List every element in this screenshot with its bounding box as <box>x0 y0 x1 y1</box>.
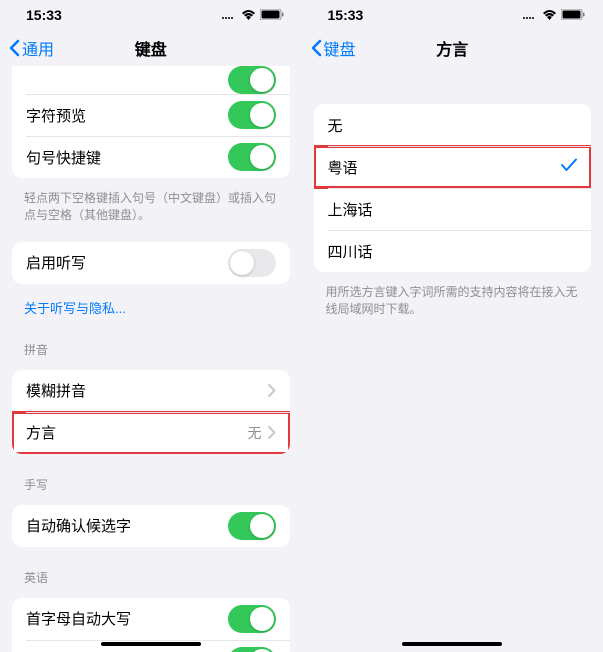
status-icons <box>522 7 585 23</box>
toggle-spell-check[interactable] <box>228 647 276 652</box>
option-cantonese-label: 粤语 <box>328 157 358 178</box>
period-shortcut-label: 句号快捷键 <box>26 147 101 168</box>
keyboard-settings-screen: 15:33 通用 键盘 字符预览 <box>0 0 302 652</box>
chevron-left-icon <box>310 39 322 57</box>
back-button[interactable]: 通用 <box>8 36 54 60</box>
cellular-icon <box>522 7 538 23</box>
option-none-label: 无 <box>328 115 343 136</box>
chevron-right-icon <box>268 384 276 397</box>
battery-icon <box>260 7 284 23</box>
wifi-icon <box>241 7 256 23</box>
row-dialect[interactable]: 方言 无 <box>12 412 290 454</box>
navbar: 通用 键盘 <box>0 30 302 66</box>
toggle-dictation[interactable] <box>228 249 276 277</box>
option-shanghai-label: 上海话 <box>328 199 373 220</box>
battery-icon <box>561 7 585 23</box>
row-char-preview[interactable]: 字符预览 <box>12 94 290 136</box>
toggle-auto-confirm[interactable] <box>228 512 276 540</box>
row-option-shanghai[interactable]: 上海话 <box>314 188 592 230</box>
wifi-icon <box>542 7 557 23</box>
dialect-value: 无 <box>248 423 262 443</box>
row-partial[interactable] <box>12 66 290 94</box>
header-english: 英语 <box>0 555 302 590</box>
shortcut-footer: 轻点两下空格键插入句号（中文键盘）或插入句点与空格（其他键盘）。 <box>0 186 302 234</box>
status-icons <box>221 7 284 23</box>
header-pinyin: 拼音 <box>0 327 302 362</box>
group-dialect-options: 无 粤语 上海话 四川话 <box>314 104 592 272</box>
toggle-partial[interactable] <box>228 66 276 94</box>
checkmark-icon <box>561 158 577 176</box>
status-time: 15:33 <box>26 7 62 23</box>
dialect-settings-screen: 15:33 键盘 方言 无 粤语 <box>302 0 603 652</box>
group-pinyin: 模糊拼音 方言 无 <box>12 370 290 454</box>
header-handwriting: 手写 <box>0 462 302 497</box>
row-option-sichuan[interactable]: 四川话 <box>314 230 592 272</box>
option-sichuan-label: 四川话 <box>328 241 373 262</box>
fuzzy-pinyin-label: 模糊拼音 <box>26 380 86 401</box>
row-auto-confirm[interactable]: 自动确认候选字 <box>12 505 290 547</box>
home-indicator[interactable] <box>101 642 201 646</box>
auto-cap-label: 首字母自动大写 <box>26 608 131 629</box>
row-option-none[interactable]: 无 <box>314 104 592 146</box>
status-time: 15:33 <box>328 7 364 23</box>
chevron-left-icon <box>8 39 20 57</box>
back-button[interactable]: 键盘 <box>310 36 356 60</box>
dictation-privacy-link[interactable]: 关于听写与隐私... <box>0 292 302 327</box>
chevron-right-icon <box>268 426 276 439</box>
row-dictation[interactable]: 启用听写 <box>12 242 290 284</box>
toggle-period-shortcut[interactable] <box>228 143 276 171</box>
navbar: 键盘 方言 <box>302 30 603 66</box>
row-fuzzy-pinyin[interactable]: 模糊拼音 <box>12 370 290 412</box>
status-bar: 15:33 <box>302 0 603 30</box>
dictation-label: 启用听写 <box>26 252 86 273</box>
content-scroll[interactable]: 无 粤语 上海话 四川话 用所选方言键入字词所需的支持内容将在接入无线局域网时下… <box>302 66 603 652</box>
status-bar: 15:33 <box>0 0 302 30</box>
back-label: 通用 <box>22 36 54 60</box>
toggle-char-preview[interactable] <box>228 101 276 129</box>
group-handwriting: 自动确认候选字 <box>12 505 290 547</box>
cellular-icon <box>221 7 237 23</box>
dialect-footer: 用所选方言键入字词所需的支持内容将在接入无线局域网时下载。 <box>302 280 603 328</box>
row-option-cantonese[interactable]: 粤语 <box>314 146 592 188</box>
back-label: 键盘 <box>324 36 356 60</box>
group-shortcuts: 字符预览 句号快捷键 <box>12 66 290 178</box>
row-period-shortcut[interactable]: 句号快捷键 <box>12 136 290 178</box>
group-dictation: 启用听写 <box>12 242 290 284</box>
auto-confirm-label: 自动确认候选字 <box>26 515 131 536</box>
home-indicator[interactable] <box>402 642 502 646</box>
dialect-label: 方言 <box>26 422 56 443</box>
char-preview-label: 字符预览 <box>26 105 86 126</box>
toggle-auto-cap[interactable] <box>228 605 276 633</box>
row-auto-cap[interactable]: 首字母自动大写 <box>12 598 290 640</box>
content-scroll[interactable]: 字符预览 句号快捷键 轻点两下空格键插入句号（中文键盘）或插入句点与空格（其他键… <box>0 66 302 652</box>
